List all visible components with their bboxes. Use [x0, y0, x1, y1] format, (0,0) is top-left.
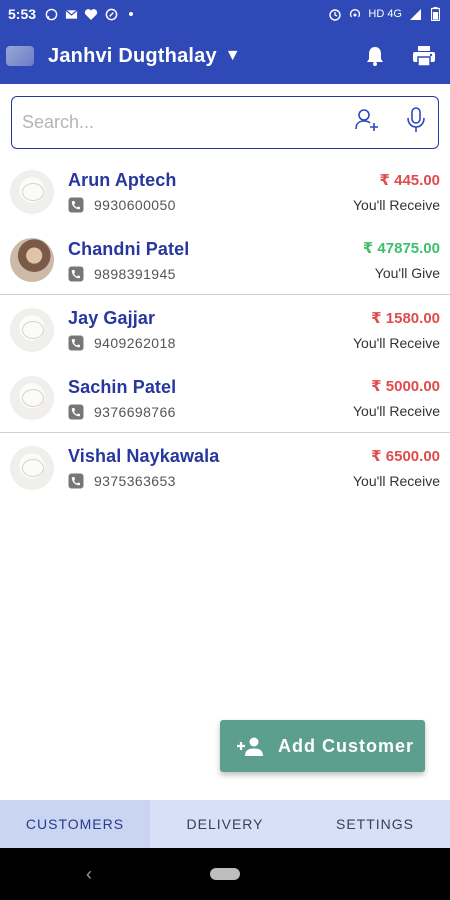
balance-direction: You'll Receive: [353, 196, 440, 213]
phone-icon: [68, 266, 84, 281]
customer-phone-line: 9409262018: [68, 335, 353, 351]
balance-amount: ₹ 6500.00: [371, 447, 440, 465]
customer-phone: 9375363653: [94, 473, 176, 489]
add-customer-button[interactable]: Add Customer: [220, 720, 425, 772]
balance-amount: ₹ 5000.00: [371, 378, 440, 395]
hotspot-icon: [348, 7, 362, 21]
phone-icon: [68, 404, 84, 419]
balance-direction: You'll Receive: [353, 403, 440, 419]
balance-direction: You'll Receive: [353, 334, 440, 351]
customer-row[interactable]: Sachin Patel 9376698766 ₹ 5000.00 You'll…: [0, 364, 450, 433]
battery-icon: [428, 7, 442, 21]
customer-name: Arun Aptech: [68, 170, 177, 190]
status-bar: 5:53 HD 4G: [0, 0, 450, 28]
customer-avatar: [10, 376, 54, 420]
customer-row[interactable]: Jay Gajjar 9409262018 ₹ 1580.00 You'll R…: [0, 295, 450, 364]
dropdown-icon[interactable]: ▼: [225, 47, 241, 65]
customer-balance: ₹ 1580.00 You'll Receive: [353, 309, 440, 351]
app-bar: Janhvi Dugthalay ▼: [0, 28, 450, 84]
balance-direction: You'll Receive: [353, 472, 440, 489]
customer-phone-line: 9898391945: [68, 266, 363, 282]
alarm-icon: [328, 7, 342, 21]
app-actions: [364, 45, 442, 67]
whatsapp-icon: [44, 7, 58, 21]
heart-icon: [84, 7, 98, 21]
dot-icon: [124, 7, 138, 21]
business-name[interactable]: Janhvi Dugthalay: [48, 45, 217, 68]
customer-avatar: [10, 238, 54, 282]
home-pill-icon[interactable]: [210, 868, 240, 880]
customer-balance: ₹ 445.00 You'll Receive: [353, 171, 440, 213]
search-actions: [354, 106, 428, 139]
contact-picker-icon[interactable]: [354, 107, 380, 138]
customer-row[interactable]: Vishal Naykawala 9375363653 ₹ 6500.00 Yo…: [0, 433, 450, 502]
customer-info: Vishal Naykawala 9375363653: [68, 446, 353, 489]
mail-icon: [64, 7, 78, 21]
customer-name: Sachin Patel: [68, 376, 177, 397]
bell-icon[interactable]: [364, 45, 386, 67]
customer-phone-line: 9375363653: [68, 473, 353, 489]
customer-info: Chandni Patel 9898391945: [68, 239, 363, 282]
system-nav-bar: ‹: [0, 848, 450, 900]
customer-list: Arun Aptech 9930600050 ₹ 445.00 You'll R…: [0, 157, 450, 502]
customer-balance: ₹ 5000.00 You'll Receive: [353, 377, 440, 419]
tab-delivery[interactable]: DELIVERY: [150, 800, 300, 848]
balance-amount: ₹ 1580.00: [371, 309, 440, 327]
print-icon[interactable]: [412, 45, 436, 67]
back-icon[interactable]: ‹: [86, 864, 92, 885]
customer-name: Jay Gajjar: [68, 308, 156, 328]
phone-icon: [68, 335, 84, 351]
tab-customers[interactable]: CUSTOMERS: [0, 800, 150, 848]
notification-icons: [44, 7, 138, 21]
customer-phone-line: 9376698766: [68, 404, 353, 420]
balance-direction: You'll Give: [374, 265, 440, 281]
sync-icon: [104, 7, 118, 21]
balance-amount: ₹ 47875.00: [362, 240, 440, 257]
customer-phone: 9930600050: [94, 197, 176, 213]
add-customer-label: Add Customer: [278, 735, 415, 756]
customer-phone: 9376698766: [94, 403, 176, 420]
customer-phone: 9898391945: [94, 265, 176, 282]
customer-avatar: [10, 307, 54, 352]
customer-avatar: [10, 169, 54, 214]
customer-avatar: [10, 445, 54, 490]
add-person-icon: [237, 737, 263, 756]
status-time: 5:53: [8, 6, 37, 22]
customer-row[interactable]: Arun Aptech 9930600050 ₹ 445.00 You'll R…: [0, 157, 450, 226]
signal-icon: [408, 7, 422, 21]
network-label: HD 4G: [368, 8, 402, 20]
customer-info: Jay Gajjar 9409262018: [68, 308, 353, 351]
customer-info: Arun Aptech 9930600050: [68, 170, 353, 213]
search-bar: [11, 96, 439, 149]
search-input[interactable]: [22, 112, 354, 133]
customer-name: Vishal Naykawala: [68, 446, 220, 466]
balance-amount: ₹ 445.00: [379, 171, 440, 189]
customer-phone: 9409262018: [94, 335, 176, 351]
tab-settings[interactable]: SETTINGS: [300, 800, 450, 848]
microphone-icon[interactable]: [406, 106, 426, 139]
customer-balance: ₹ 6500.00 You'll Receive: [353, 447, 440, 489]
phone-icon: [68, 197, 84, 213]
phone-icon: [68, 473, 84, 489]
bottom-tabs: CUSTOMERS DELIVERY SETTINGS: [0, 800, 450, 848]
business-logo[interactable]: [6, 46, 34, 66]
customer-phone-line: 9930600050: [68, 197, 353, 213]
customer-balance: ₹ 47875.00 You'll Give: [363, 239, 440, 281]
customer-info: Sachin Patel 9376698766: [68, 377, 353, 420]
customer-row[interactable]: Chandni Patel 9898391945 ₹ 47875.00 You'…: [0, 226, 450, 295]
customer-name: Chandni Patel: [68, 238, 190, 259]
system-status: HD 4G: [328, 7, 442, 21]
